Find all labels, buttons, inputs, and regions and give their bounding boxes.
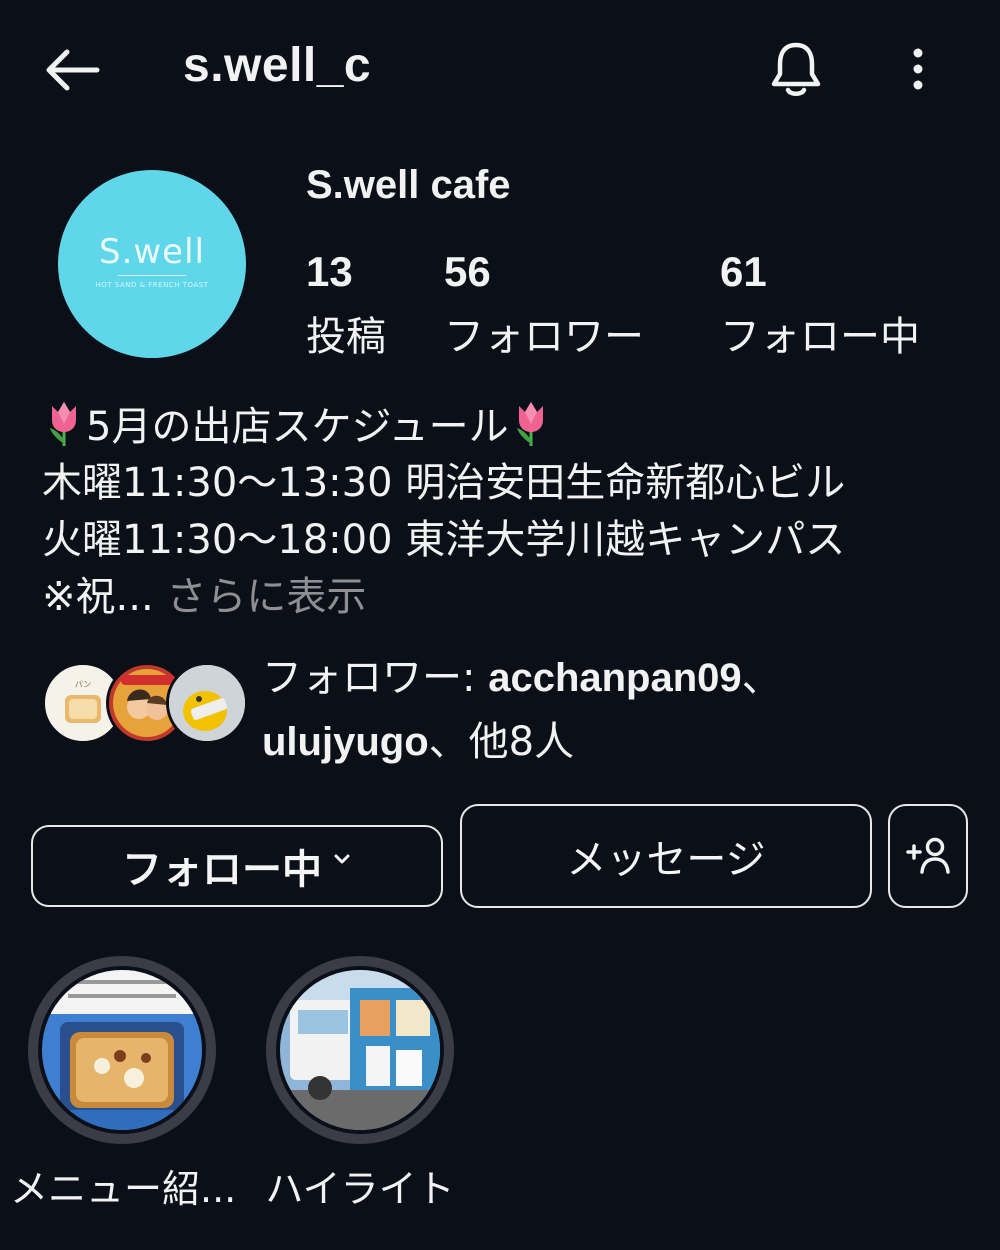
tulip-emoji-icon	[50, 402, 76, 446]
highlight-highlights-cover	[276, 966, 444, 1134]
following-button[interactable]: フォロー中	[31, 825, 443, 907]
profile-avatar[interactable]: S.well HOT SAND & FRENCH TOAST	[58, 170, 246, 358]
more-vertical-icon	[913, 48, 923, 90]
chevron-down-icon	[334, 854, 350, 864]
notifications-button[interactable]	[765, 38, 827, 100]
avatar-logo-text: S.well	[98, 232, 205, 272]
mutual-prefix: フォロワー:	[262, 655, 489, 701]
bio-line-4: ※祝... さらに表示	[42, 569, 982, 626]
more-options-button[interactable]	[898, 40, 938, 98]
svg-text:パン: パン	[75, 680, 91, 689]
stat-following-label: フォロー中	[720, 314, 920, 360]
mutual-user-2: ulujyugo	[262, 720, 429, 764]
stat-followers-label: フォロワー	[444, 314, 644, 360]
bell-icon	[771, 42, 821, 96]
following-button-label: フォロー中	[122, 847, 322, 893]
highlight-highlights[interactable]	[266, 956, 454, 1144]
mutual-separator: 、	[741, 655, 782, 701]
mutual-avatar-3	[166, 662, 248, 744]
stat-posts-value: 13	[306, 248, 353, 295]
highlight-menu-cover	[38, 966, 206, 1134]
stat-posts[interactable]: 13 投稿	[306, 248, 386, 362]
stat-following-value: 61	[720, 248, 767, 295]
avatar-logo-divider	[118, 275, 186, 276]
mutual-follower-avatars[interactable]: パン	[42, 662, 248, 744]
highlight-menu-label: メニュー紹...	[10, 1167, 237, 1211]
highlight-highlights-label: ハイライト	[265, 1167, 455, 1211]
arrow-left-icon	[46, 49, 100, 91]
stat-following[interactable]: 61 フォロー中	[720, 248, 920, 362]
bio-schedule-title: 5月の出店スケジュール	[86, 404, 509, 450]
avatar-logo-subtext: HOT SAND & FRENCH TOAST	[95, 281, 209, 289]
add-person-icon	[906, 837, 950, 874]
tulip-emoji-icon	[516, 402, 543, 446]
suggest-people-button[interactable]	[888, 804, 968, 908]
stat-followers[interactable]: 56 フォロワー	[444, 248, 644, 362]
message-button[interactable]: メッセージ	[460, 804, 872, 908]
stat-posts-label: 投稿	[306, 314, 386, 360]
mutual-suffix: 、他8人	[428, 719, 575, 765]
stat-followers-value: 56	[444, 248, 491, 295]
highlight-menu[interactable]	[28, 956, 216, 1144]
bio-truncated-text: ※祝...	[42, 574, 154, 620]
back-button[interactable]	[36, 40, 106, 100]
mutual-followers-text[interactable]: フォロワー: acchanpan09、 ulujyugo、他8人	[262, 646, 782, 774]
display-name: S.well cafe	[306, 163, 511, 207]
bio-line-3: 火曜11:30〜18:00 東洋大学川越キャンパス	[42, 517, 846, 563]
profile-username: s.well_c	[183, 39, 372, 92]
bio-more-link[interactable]: さらに表示	[166, 574, 366, 620]
mutual-user-1: acchanpan09	[488, 656, 742, 700]
profile-bio: 5月の出店スケジュール 木曜11:30〜13:30 明治安田生命新都心ビル 火曜…	[42, 398, 982, 626]
message-button-label: メッセージ	[566, 837, 766, 883]
bio-line-2: 木曜11:30〜13:30 明治安田生命新都心ビル	[42, 460, 846, 506]
bio-line-1: 5月の出店スケジュール	[42, 398, 982, 455]
